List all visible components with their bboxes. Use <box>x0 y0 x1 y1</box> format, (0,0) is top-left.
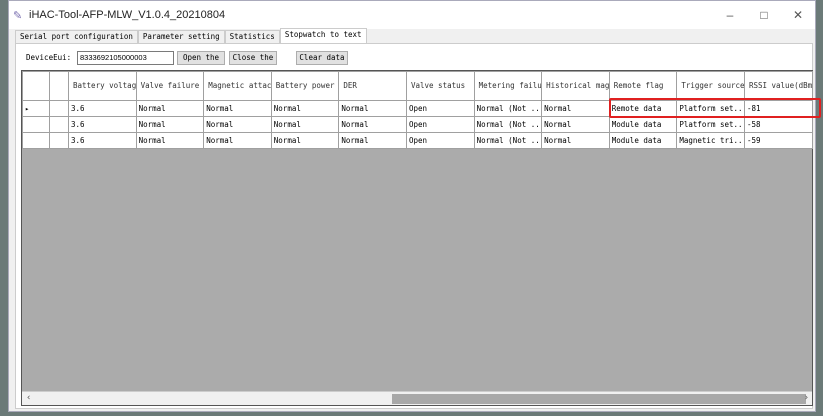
close-port-button[interactable]: Close the <box>229 51 277 65</box>
row-header[interactable] <box>22 132 50 149</box>
device-eui-label: DeviceEui: <box>26 53 72 62</box>
table-cell[interactable]: Normal <box>135 116 205 133</box>
open-button[interactable]: Open the <box>177 51 225 65</box>
table-row[interactable]: 3.6 Normal Normal Normal Normal Open Normal (N… <box>22 132 813 149</box>
column-header[interactable]: Valve failure <box>135 71 205 101</box>
table-cell[interactable]: Normal (Not ... <box>473 100 543 117</box>
column-header[interactable]: Battery power <box>270 71 340 101</box>
row-header-corner <box>22 71 50 101</box>
table-cell[interactable]: Normal <box>135 100 205 117</box>
column-header[interactable]: Magnetic attack <box>203 71 272 101</box>
tab-serial-port-configuration[interactable]: Serial port configuration <box>15 30 138 43</box>
scroll-right-icon[interactable]: › <box>804 393 809 403</box>
column-header[interactable]: DER <box>338 71 407 101</box>
table-cell[interactable]: Normal <box>270 100 340 117</box>
header-row: Battery voltage(V) Valve failure Magneti… <box>22 71 813 101</box>
table-cell[interactable]: Open <box>405 100 475 117</box>
scrollbar-thumb[interactable] <box>392 394 806 404</box>
table-cell[interactable]: Normal <box>203 132 272 149</box>
scroll-left-icon[interactable]: ‹ <box>26 393 31 403</box>
tab-panel: DeviceEui: 8333692105000003 Open the Clo… <box>15 43 821 409</box>
column-header[interactable]: Historical magnetic attack <box>541 71 610 101</box>
table-cell[interactable]: Open <box>405 116 475 133</box>
column-header[interactable]: Valve status <box>405 71 475 101</box>
table-cell[interactable]: Normal <box>541 132 610 149</box>
blank-cell <box>49 132 69 149</box>
row-header[interactable]: ▸ <box>22 100 50 117</box>
tab-statistics[interactable]: Statistics <box>224 30 280 43</box>
table-cell[interactable]: 3.6 <box>68 116 137 133</box>
app-icon: ✎ <box>13 10 23 22</box>
horizontal-scrollbar[interactable]: ‹ › <box>22 391 812 405</box>
blank-column-header <box>49 71 69 101</box>
table-cell[interactable]: Normal <box>541 100 610 117</box>
table-cell[interactable]: Normal <box>338 100 407 117</box>
table-cell[interactable]: Magnetic tri... <box>676 132 745 149</box>
table-cell[interactable]: Normal <box>135 132 205 149</box>
blank-cell <box>49 100 69 117</box>
table-cell[interactable]: Normal (Not ... <box>473 132 543 149</box>
tab-stopwatch-to-text[interactable]: Stopwatch to text <box>279 28 367 43</box>
app-window: ✎ iHAC-Tool-AFP-MLW_V1.0.4_20210804 – □ … <box>8 0 821 412</box>
table-cell[interactable]: Normal <box>270 116 340 133</box>
column-header[interactable]: Metering failure <box>473 71 543 101</box>
table-cell[interactable]: Normal <box>270 132 340 149</box>
table-cell[interactable]: Normal <box>338 132 407 149</box>
tab-parameter-setting[interactable]: Parameter setting <box>137 30 225 43</box>
column-header[interactable]: RSSI value(dBm) <box>743 71 813 101</box>
column-header[interactable]: Remote flag <box>608 71 678 101</box>
close-button[interactable]: ✕ <box>781 1 815 29</box>
table-cell[interactable]: 3.6 <box>68 100 137 117</box>
table-row[interactable]: 3.6 Normal Normal Normal Normal Open Normal (N… <box>22 116 813 133</box>
highlight-box <box>609 98 821 118</box>
blank-cell <box>49 116 69 133</box>
device-eui-input[interactable]: 8333692105000003 <box>77 51 174 65</box>
column-header[interactable]: Battery voltage(V) <box>68 71 137 101</box>
table-cell[interactable]: Normal <box>203 116 272 133</box>
table-cell[interactable]: -58 <box>743 116 813 133</box>
column-header[interactable]: Trigger source <box>676 71 745 101</box>
window-title: iHAC-Tool-AFP-MLW_V1.0.4_20210804 <box>29 9 226 21</box>
table-cell[interactable]: Normal (Not ... <box>473 116 543 133</box>
maximize-button[interactable]: □ <box>747 1 781 29</box>
title-bar: ✎ iHAC-Tool-AFP-MLW_V1.0.4_20210804 – □ … <box>9 1 815 29</box>
table-cell[interactable]: Normal <box>338 116 407 133</box>
data-grid[interactable]: Battery voltage(V) Valve failure Magneti… <box>21 70 821 406</box>
table-cell[interactable]: Platform set... <box>676 116 745 133</box>
table-cell[interactable]: -59 <box>743 132 813 149</box>
table-cell[interactable]: Open <box>405 132 475 149</box>
table-cell[interactable]: 3.6 <box>68 132 137 149</box>
row-header[interactable] <box>22 116 50 133</box>
table-cell[interactable]: Normal <box>541 116 610 133</box>
minimize-button[interactable]: – <box>713 1 747 29</box>
table-cell[interactable]: Module data <box>608 116 678 133</box>
tab-bar: Serial port configuration Parameter sett… <box>15 28 367 43</box>
clear-data-button[interactable]: Clear data <box>296 51 348 65</box>
table-cell[interactable]: Normal <box>203 100 272 117</box>
table-cell[interactable]: Module data <box>608 132 678 149</box>
